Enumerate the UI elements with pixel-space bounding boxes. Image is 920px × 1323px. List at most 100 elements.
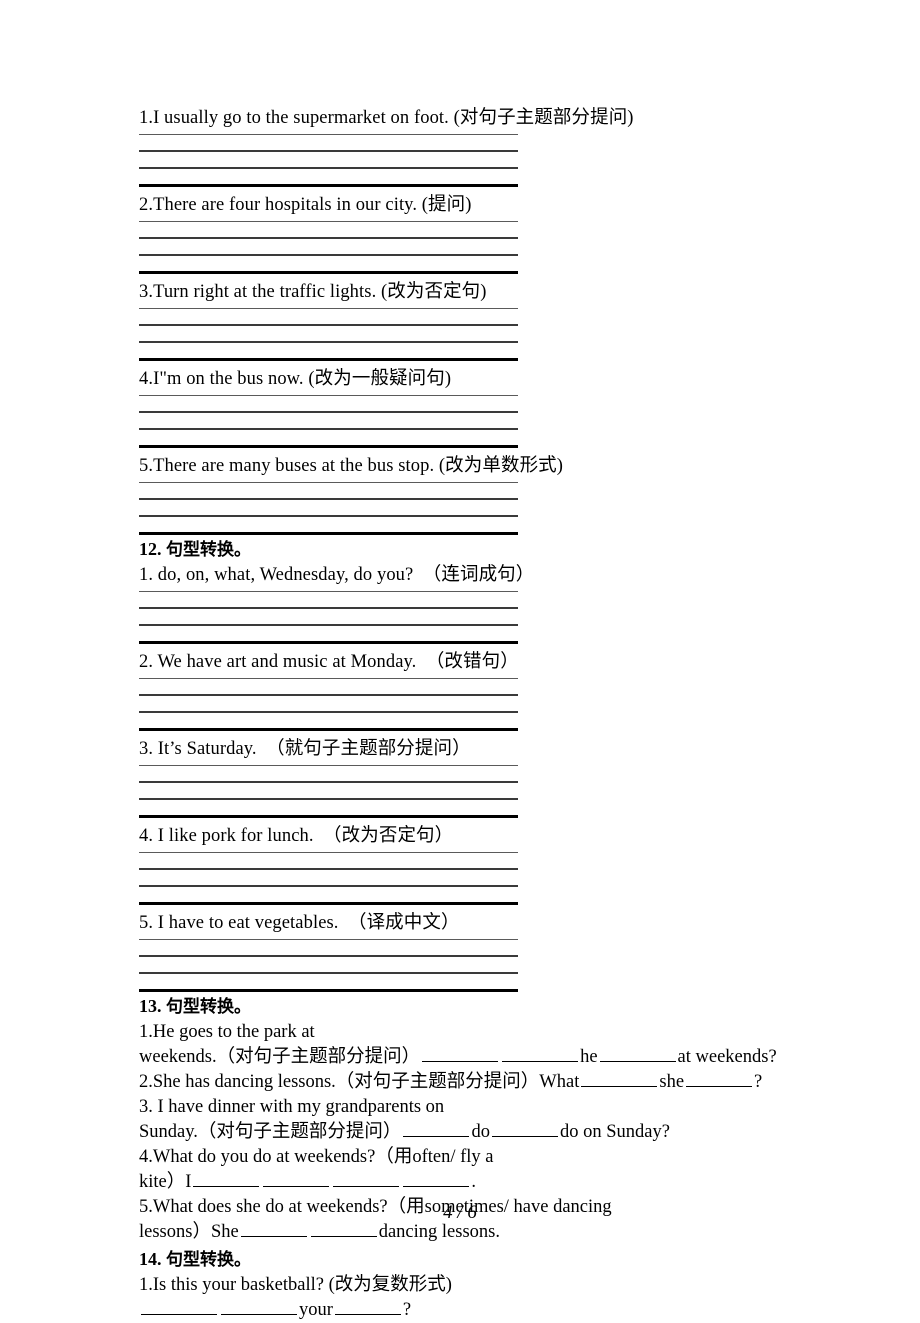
- answer-rule: [139, 237, 518, 239]
- section-title: 句型转换。: [166, 1250, 251, 1270]
- answer-rule: [139, 852, 518, 853]
- fill-blank[interactable]: [141, 1299, 217, 1315]
- answer-rule: [139, 939, 518, 940]
- fill-blank[interactable]: [422, 1046, 499, 1062]
- answer-rule: [139, 358, 518, 361]
- section-number: 13.: [139, 996, 162, 1016]
- question-block: 4. I like pork for lunch. （改为否定句）: [139, 824, 839, 905]
- answer-rule: [139, 868, 518, 870]
- answer-lines[interactable]: [139, 852, 518, 905]
- answer-lines[interactable]: [139, 308, 518, 361]
- question-block: 1.I usually go to the supermarket on foo…: [139, 106, 839, 187]
- fill-blank[interactable]: [333, 1171, 400, 1187]
- question-block: 4.I"m on the bus now. (改为一般疑问句): [139, 367, 839, 448]
- question-text: 4. I like pork for lunch. （改为否定句）: [139, 826, 454, 846]
- question-line: 2.She has dancing lessons.（对句子主题部分提问）Wha…: [139, 1070, 839, 1095]
- inline-word: dancing lessons.: [378, 1222, 500, 1242]
- answer-rule: [139, 411, 518, 413]
- answer-rule: [139, 308, 518, 309]
- answer-lines[interactable]: [139, 482, 518, 535]
- question-block: 5. I have to eat vegetables. （译成中文）: [139, 911, 839, 992]
- inline-word: he: [580, 1047, 598, 1067]
- answer-rule: [139, 271, 518, 274]
- fill-blank[interactable]: [193, 1171, 260, 1187]
- answer-rule: [139, 515, 518, 517]
- answer-lines[interactable]: [139, 221, 518, 274]
- question-block: 3.Turn right at the traffic lights. (改为否…: [139, 280, 839, 361]
- question-block: 2.There are four hospitals in our city. …: [139, 193, 839, 274]
- answer-rule: [139, 885, 518, 887]
- question-text: 1.I usually go to the supermarket on foo…: [139, 108, 634, 128]
- question-text: 3. It’s Saturday. （就句子主题部分提问）: [139, 739, 471, 759]
- section-number: 12.: [139, 539, 162, 559]
- fill-blank[interactable]: [599, 1046, 676, 1062]
- inline-word: ?: [754, 1072, 763, 1092]
- answer-rule: [139, 989, 518, 992]
- question-text: 2.She has dancing lessons.（对句子主题部分提问）Wha…: [139, 1072, 580, 1092]
- question-text: 2. We have art and music at Monday. （改错句…: [139, 652, 519, 672]
- page-content: 1.I usually go to the supermarket on foo…: [139, 106, 839, 1323]
- question-text: 5. I have to eat vegetables. （译成中文）: [139, 913, 460, 933]
- fill-blank[interactable]: [334, 1299, 401, 1315]
- answer-lines[interactable]: [139, 591, 518, 644]
- section-heading-12: 12. 句型转换。: [139, 536, 839, 563]
- question-text: 3. I have dinner with my grandparents on: [139, 1097, 445, 1117]
- section-heading-14: 14. 句型转换。: [139, 1246, 839, 1273]
- inline-word: ?: [402, 1300, 412, 1320]
- inline-word: she: [659, 1072, 685, 1092]
- question-text: 4.I"m on the bus now. (改为一般疑问句): [139, 369, 452, 389]
- answer-lines[interactable]: [139, 395, 518, 448]
- question-line: weekends.（对句子主题部分提问） he at weekends?: [139, 1045, 839, 1070]
- answer-lines[interactable]: [139, 134, 518, 187]
- answer-lines[interactable]: [139, 765, 518, 818]
- inline-word: your: [299, 1300, 333, 1320]
- answer-rule: [139, 482, 518, 483]
- answer-rule: [139, 607, 518, 609]
- page-number: 4 / 6: [443, 1202, 477, 1223]
- answer-lines[interactable]: [139, 678, 518, 731]
- fill-blank[interactable]: [403, 1121, 470, 1137]
- question-text: 1. do, on, what, Wednesday, do you? （连词成…: [139, 565, 535, 585]
- question-line: kite）I.: [139, 1170, 839, 1195]
- inline-word: .: [471, 1172, 477, 1192]
- answer-rule: [139, 765, 518, 766]
- section-title: 句型转换。: [166, 997, 251, 1017]
- answer-rule: [139, 972, 518, 974]
- fill-blank[interactable]: [403, 1171, 470, 1187]
- question-text: 1.He goes to the park at: [139, 1022, 315, 1042]
- answer-rule: [139, 341, 518, 343]
- fill-blank[interactable]: [263, 1171, 330, 1187]
- answer-rule: [139, 184, 518, 187]
- answer-lines[interactable]: [139, 939, 518, 992]
- question-text: 1.Is this your basketball? (改为复数形式): [139, 1275, 452, 1295]
- fill-blank[interactable]: [502, 1046, 579, 1062]
- question-block: 3. It’s Saturday. （就句子主题部分提问）: [139, 737, 839, 818]
- answer-rule: [139, 781, 518, 783]
- answer-rule: [139, 134, 518, 135]
- answer-rule: [139, 498, 518, 500]
- fill-blank[interactable]: [686, 1071, 753, 1087]
- answer-rule: [139, 532, 518, 535]
- answer-rule: [139, 445, 518, 448]
- answer-rule: [139, 624, 518, 626]
- answer-rule: [139, 728, 518, 731]
- answer-rule: [139, 150, 518, 152]
- section-title: 句型转换。: [166, 540, 251, 560]
- fill-blank[interactable]: [491, 1121, 558, 1137]
- question-text: weekends.（对句子主题部分提问）: [139, 1047, 421, 1067]
- section-number: 14.: [139, 1249, 162, 1269]
- inline-word: do on Sunday?: [559, 1122, 670, 1142]
- answer-rule: [139, 815, 518, 818]
- answer-rule: [139, 254, 518, 256]
- fill-blank[interactable]: [221, 1299, 297, 1315]
- question-block: 1. do, on, what, Wednesday, do you? （连词成…: [139, 563, 839, 644]
- answer-rule: [139, 694, 518, 696]
- question-block: 5.There are many buses at the bus stop. …: [139, 454, 839, 535]
- inline-word: at weekends?: [677, 1047, 777, 1067]
- answer-rule: [139, 798, 518, 800]
- question-line: Sunday.（对句子主题部分提问） do do on Sunday?: [139, 1120, 839, 1145]
- question-text: Sunday.（对句子主题部分提问）: [139, 1122, 402, 1142]
- fill-blank[interactable]: [581, 1071, 658, 1087]
- answer-rule: [139, 902, 518, 905]
- answer-rule: [139, 221, 518, 222]
